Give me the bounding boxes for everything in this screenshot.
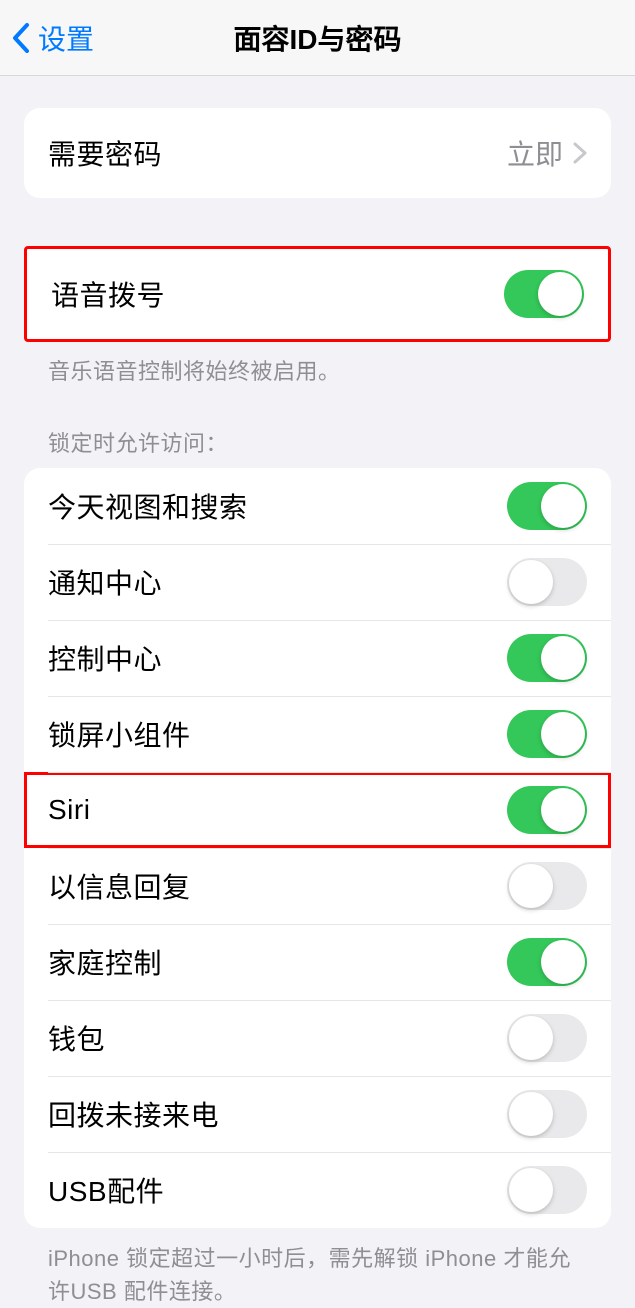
lock-access-row: Siri (24, 772, 611, 848)
toggle-switch[interactable] (507, 558, 587, 606)
toggle-knob (509, 864, 553, 908)
chevron-right-icon (573, 142, 587, 164)
lock-access-row: 家庭控制 (24, 924, 611, 1000)
toggle-switch[interactable] (507, 710, 587, 758)
row-label: 语音拨号 (51, 274, 165, 314)
toggle-knob (538, 272, 582, 316)
lock-access-row: 回拨未接来电 (24, 1076, 611, 1152)
lock-access-row: 钱包 (24, 1000, 611, 1076)
voice-dial-toggle[interactable] (504, 270, 584, 318)
lock-access-footer: iPhone 锁定超过一小时后，需先解锁 iPhone 才能允许USB 配件连接… (24, 1228, 611, 1308)
back-label: 设置 (38, 18, 94, 58)
toggle-switch[interactable] (507, 786, 587, 834)
row-label: 控制中心 (48, 638, 162, 678)
row-value: 立即 (507, 133, 563, 173)
toggle-knob (541, 788, 585, 832)
toggle-knob (509, 1016, 553, 1060)
row-label: 回拨未接来电 (48, 1094, 219, 1134)
chevron-left-icon (12, 23, 30, 53)
row-label: 以信息回复 (48, 866, 191, 906)
lock-access-row: 以信息回复 (24, 848, 611, 924)
toggle-switch[interactable] (507, 862, 587, 910)
toggle-knob (541, 484, 585, 528)
navigation-bar: 设置 面容ID与密码 (0, 0, 635, 76)
toggle-knob (541, 712, 585, 756)
row-label: 需要密码 (48, 133, 162, 173)
row-label: Siri (48, 794, 90, 826)
lock-access-row: 锁屏小组件 (24, 696, 611, 772)
lock-access-header: 锁定时允许访问： (24, 386, 611, 468)
voice-dial-row: 语音拨号 (27, 249, 608, 339)
lock-access-row: 通知中心 (24, 544, 611, 620)
page-title: 面容ID与密码 (233, 18, 401, 58)
toggle-switch[interactable] (507, 1014, 587, 1062)
toggle-switch[interactable] (507, 1090, 587, 1138)
back-button[interactable]: 设置 (12, 18, 94, 58)
lock-access-row: USB配件 (24, 1152, 611, 1228)
require-passcode-group: 需要密码 立即 (24, 108, 611, 198)
voice-dial-group: 语音拨号 (24, 246, 611, 342)
toggle-knob (509, 1092, 553, 1136)
lock-access-row: 控制中心 (24, 620, 611, 696)
toggle-switch[interactable] (507, 482, 587, 530)
toggle-knob (541, 940, 585, 984)
require-passcode-row[interactable]: 需要密码 立即 (24, 108, 611, 198)
row-label: 家庭控制 (48, 942, 162, 982)
row-label: 钱包 (48, 1018, 105, 1058)
row-label: USB配件 (48, 1170, 164, 1210)
toggle-switch[interactable] (507, 938, 587, 986)
row-label: 通知中心 (48, 562, 162, 602)
toggle-switch[interactable] (507, 634, 587, 682)
toggle-knob (541, 636, 585, 680)
toggle-knob (509, 560, 553, 604)
row-value-wrap: 立即 (507, 133, 587, 173)
toggle-switch[interactable] (507, 1166, 587, 1214)
row-label: 锁屏小组件 (48, 714, 191, 754)
lock-access-row: 今天视图和搜索 (24, 468, 611, 544)
toggle-knob (509, 1168, 553, 1212)
row-label: 今天视图和搜索 (48, 486, 248, 526)
voice-dial-footer: 音乐语音控制将始终被启用。 (24, 342, 611, 386)
lock-access-group: 今天视图和搜索通知中心控制中心锁屏小组件 Siri 以信息回复家庭控制钱包回拨未接来… (24, 468, 611, 1228)
